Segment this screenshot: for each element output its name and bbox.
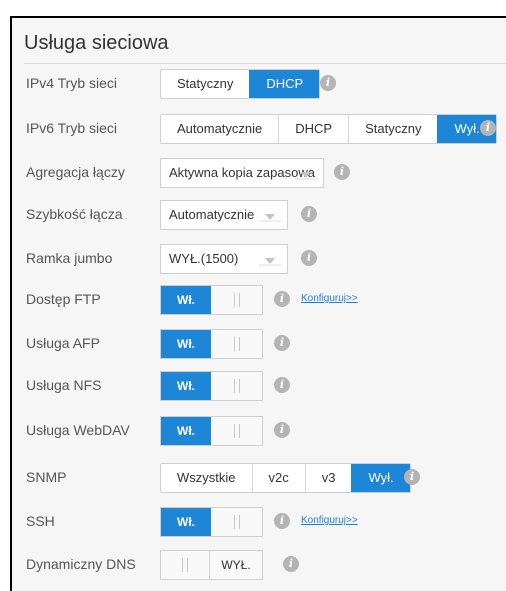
nfs-label: Usługa NFS — [26, 377, 102, 393]
ipv6-static-option[interactable]: Statyczny — [348, 115, 437, 143]
snmp-v3-option[interactable]: v3 — [304, 464, 352, 492]
snmp-label: SNMP — [26, 469, 67, 485]
ipv6-mode-selector: Automatycznie DHCP Statyczny Wył. — [160, 114, 497, 144]
jumbo-dropdown[interactable]: WYŁ.(1500) — [160, 244, 288, 274]
afp-toggle[interactable]: Wł. — [160, 329, 263, 359]
info-icon[interactable]: i — [320, 75, 336, 91]
webdav-label: Usługa WebDAV — [26, 422, 130, 438]
ipv4-mode-selector: Statyczny DHCP — [160, 69, 321, 99]
ipv6-label: IPv6 Tryb sieci — [26, 120, 118, 136]
network-service-panel: Usługa sieciowa IPv4 Tryb sieci Statyczn… — [10, 16, 506, 591]
title-divider — [24, 63, 506, 64]
row-jumbo-frame: Ramka jumbo WYŁ.(1500) i — [12, 244, 506, 274]
ipv4-static-option[interactable]: Statyczny — [161, 70, 249, 98]
ftp-configure-link[interactable]: Konfiguruj>> — [301, 293, 358, 304]
ipv4-dhcp-option[interactable]: DHCP — [249, 70, 320, 98]
ssh-toggle-state: Wł. — [161, 508, 211, 536]
toggle-grip-icon — [211, 330, 262, 358]
snmp-mode-selector: Wszystkie v2c v3 Wył. — [160, 463, 411, 493]
afp-toggle-state: Wł. — [161, 330, 211, 358]
ssh-toggle[interactable]: Wł. — [160, 507, 263, 537]
ssh-configure-link[interactable]: Konfiguruj>> — [301, 515, 358, 526]
row-ipv4: IPv4 Tryb sieci Statyczny DHCP i — [12, 69, 506, 99]
info-icon[interactable]: i — [480, 120, 496, 136]
chevron-down-icon — [259, 214, 281, 222]
row-webdav: Usługa WebDAV Wł. i — [12, 416, 506, 446]
jumbo-label: Ramka jumbo — [26, 250, 113, 266]
info-icon[interactable]: i — [274, 377, 290, 393]
ssh-label: SSH — [26, 513, 55, 529]
ddns-toggle[interactable]: WYŁ. — [160, 550, 263, 580]
ipv4-label: IPv4 Tryb sieci — [26, 75, 118, 91]
row-link-speed: Szybkość łącza Automatycznie i — [12, 200, 506, 230]
aggregation-label: Agregacja łączy — [26, 164, 125, 180]
info-icon[interactable]: i — [274, 422, 290, 438]
ipv6-auto-option[interactable]: Automatycznie — [161, 115, 278, 143]
info-icon[interactable]: i — [404, 469, 420, 485]
info-icon[interactable]: i — [274, 513, 290, 529]
chevron-down-icon — [259, 258, 281, 266]
nfs-toggle-state: Wł. — [161, 372, 211, 400]
row-ftp: Dostęp FTP Wł. i Konfiguruj>> — [12, 285, 506, 315]
toggle-grip-icon — [211, 372, 262, 400]
toggle-grip-icon — [211, 286, 262, 314]
row-afp: Usługa AFP Wł. i — [12, 329, 506, 359]
snmp-off-option[interactable]: Wył. — [351, 464, 410, 492]
toggle-grip-icon — [161, 551, 209, 579]
aggregation-value: Aktywna kopia zapasowa — [169, 165, 315, 180]
chevron-down-icon — [295, 172, 317, 180]
info-icon[interactable]: i — [274, 335, 290, 351]
webdav-toggle-state: Wł. — [161, 417, 211, 445]
aggregation-dropdown[interactable]: Aktywna kopia zapasowa — [160, 158, 324, 188]
ddns-toggle-state: WYŁ. — [209, 551, 262, 579]
info-icon[interactable]: i — [301, 206, 317, 222]
ftp-label: Dostęp FTP — [26, 291, 101, 307]
row-ddns: Dynamiczny DNS WYŁ. i — [12, 550, 506, 580]
row-snmp: SNMP Wszystkie v2c v3 Wył. i — [12, 463, 506, 493]
toggle-grip-icon — [211, 417, 262, 445]
link-speed-dropdown[interactable]: Automatycznie — [160, 200, 288, 230]
ddns-label: Dynamiczny DNS — [26, 556, 136, 572]
afp-label: Usługa AFP — [26, 335, 100, 351]
jumbo-value: WYŁ.(1500) — [169, 251, 239, 266]
ipv6-dhcp-option[interactable]: DHCP — [278, 115, 348, 143]
info-icon[interactable]: i — [334, 164, 350, 180]
row-link-aggregation: Agregacja łączy Aktywna kopia zapasowa i — [12, 158, 506, 188]
link-speed-label: Szybkość łącza — [26, 206, 123, 222]
row-nfs: Usługa NFS Wł. i — [12, 371, 506, 401]
info-icon[interactable]: i — [274, 291, 290, 307]
row-ipv6: IPv6 Tryb sieci Automatycznie DHCP Staty… — [12, 114, 506, 144]
info-icon[interactable]: i — [301, 250, 317, 266]
link-speed-value: Automatycznie — [169, 207, 255, 222]
info-icon[interactable]: i — [283, 556, 299, 572]
nfs-toggle[interactable]: Wł. — [160, 371, 263, 401]
toggle-grip-icon — [211, 508, 262, 536]
ftp-toggle[interactable]: Wł. — [160, 285, 263, 315]
snmp-all-option[interactable]: Wszystkie — [161, 464, 252, 492]
page-title: Usługa sieciowa — [24, 32, 169, 54]
ftp-toggle-state: Wł. — [161, 286, 211, 314]
snmp-v2c-option[interactable]: v2c — [251, 464, 305, 492]
row-ssh: SSH Wł. i Konfiguruj>> — [12, 507, 506, 537]
webdav-toggle[interactable]: Wł. — [160, 416, 263, 446]
